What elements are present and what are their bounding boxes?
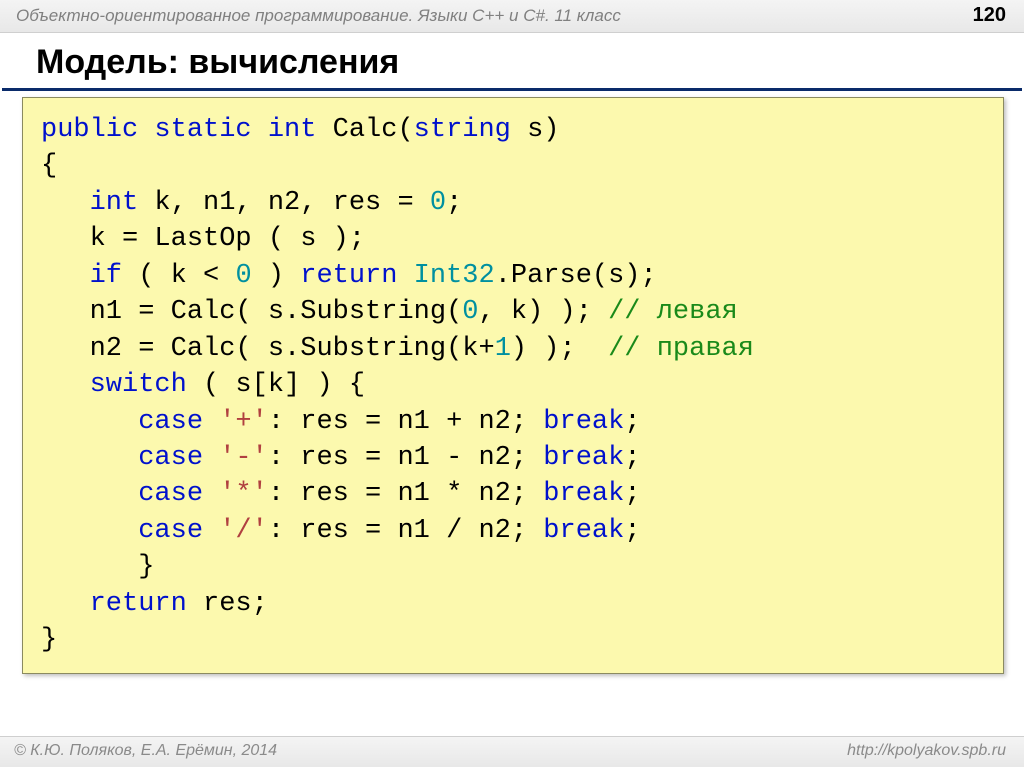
code-text: n1 = Calc( s.Substring( bbox=[41, 297, 462, 327]
code-text: ; bbox=[624, 443, 640, 473]
kw-int: int bbox=[90, 188, 139, 218]
code-text bbox=[203, 516, 219, 546]
code-block: public static int Calc(string s) { int k… bbox=[22, 97, 1004, 674]
page-number: 120 bbox=[973, 4, 1006, 27]
code-text bbox=[41, 188, 90, 218]
kw-public: public bbox=[41, 115, 138, 145]
footer: © К.Ю. Поляков, Е.А. Ерёмин, 2014 http:/… bbox=[0, 736, 1024, 767]
code-text: , k) ); bbox=[478, 297, 608, 327]
code-text: } bbox=[41, 552, 154, 582]
code-text: ; bbox=[624, 479, 640, 509]
num-literal: 1 bbox=[495, 334, 511, 364]
kw-static: static bbox=[154, 115, 251, 145]
char-literal: '/' bbox=[219, 516, 268, 546]
code-text bbox=[203, 407, 219, 437]
code-text: { bbox=[41, 151, 57, 181]
code-text: } bbox=[41, 625, 57, 655]
code-text: .Parse(s); bbox=[495, 261, 657, 291]
course-title: Объектно-ориентированное программировани… bbox=[16, 6, 621, 26]
char-literal: '+' bbox=[219, 407, 268, 437]
code-text: k, n1, n2, res = bbox=[138, 188, 430, 218]
kw-return: return bbox=[300, 261, 397, 291]
code-text bbox=[41, 407, 138, 437]
char-literal: '*' bbox=[219, 479, 268, 509]
code-text: s) bbox=[511, 115, 560, 145]
slide-title: Модель: вычисления bbox=[2, 33, 1022, 91]
code-text: ; bbox=[446, 188, 462, 218]
kw-case: case bbox=[138, 516, 203, 546]
kw-string: string bbox=[414, 115, 511, 145]
kw-int: int bbox=[268, 115, 317, 145]
code-text: : res = n1 - n2; bbox=[268, 443, 543, 473]
comment: // левая bbox=[608, 297, 738, 327]
slide: Объектно-ориентированное программировани… bbox=[0, 0, 1024, 767]
kw-switch: switch bbox=[90, 370, 187, 400]
code-text: res; bbox=[187, 589, 268, 619]
code-text: Calc( bbox=[316, 115, 413, 145]
code-text bbox=[397, 261, 413, 291]
code-text: : res = n1 / n2; bbox=[268, 516, 543, 546]
kw-case: case bbox=[138, 479, 203, 509]
num-literal: 0 bbox=[462, 297, 478, 327]
num-literal: 0 bbox=[430, 188, 446, 218]
code-text: ; bbox=[624, 516, 640, 546]
code-text: ( k < bbox=[122, 261, 235, 291]
code-text: : res = n1 + n2; bbox=[268, 407, 543, 437]
num-literal: 0 bbox=[235, 261, 251, 291]
kw-if: if bbox=[90, 261, 122, 291]
code-text bbox=[203, 443, 219, 473]
top-bar: Объектно-ориентированное программировани… bbox=[0, 0, 1024, 33]
char-literal: '-' bbox=[219, 443, 268, 473]
code-text bbox=[203, 479, 219, 509]
code-text: ) ); bbox=[511, 334, 608, 364]
kw-case: case bbox=[138, 443, 203, 473]
code-text: n2 = Calc( s.Substring(k+ bbox=[41, 334, 495, 364]
kw-break: break bbox=[543, 479, 624, 509]
kw-break: break bbox=[543, 407, 624, 437]
footer-url: http://kpolyakov.spb.ru bbox=[847, 742, 1006, 760]
kw-break: break bbox=[543, 443, 624, 473]
code-text bbox=[41, 516, 138, 546]
code-text: ( s[k] ) { bbox=[187, 370, 365, 400]
copyright: © К.Ю. Поляков, Е.А. Ерёмин, 2014 bbox=[14, 742, 277, 760]
code-text bbox=[41, 479, 138, 509]
kw-break: break bbox=[543, 516, 624, 546]
code-text: : res = n1 * n2; bbox=[268, 479, 543, 509]
kw-return: return bbox=[90, 589, 187, 619]
code-text: ) bbox=[252, 261, 301, 291]
code-text bbox=[41, 261, 90, 291]
kw-case: case bbox=[138, 407, 203, 437]
code-text bbox=[41, 589, 90, 619]
code-text bbox=[41, 370, 90, 400]
code-text: ; bbox=[624, 407, 640, 437]
comment: // правая bbox=[608, 334, 754, 364]
code-text bbox=[41, 443, 138, 473]
code-text: k = LastOp ( s ); bbox=[41, 224, 365, 254]
type-int32: Int32 bbox=[414, 261, 495, 291]
